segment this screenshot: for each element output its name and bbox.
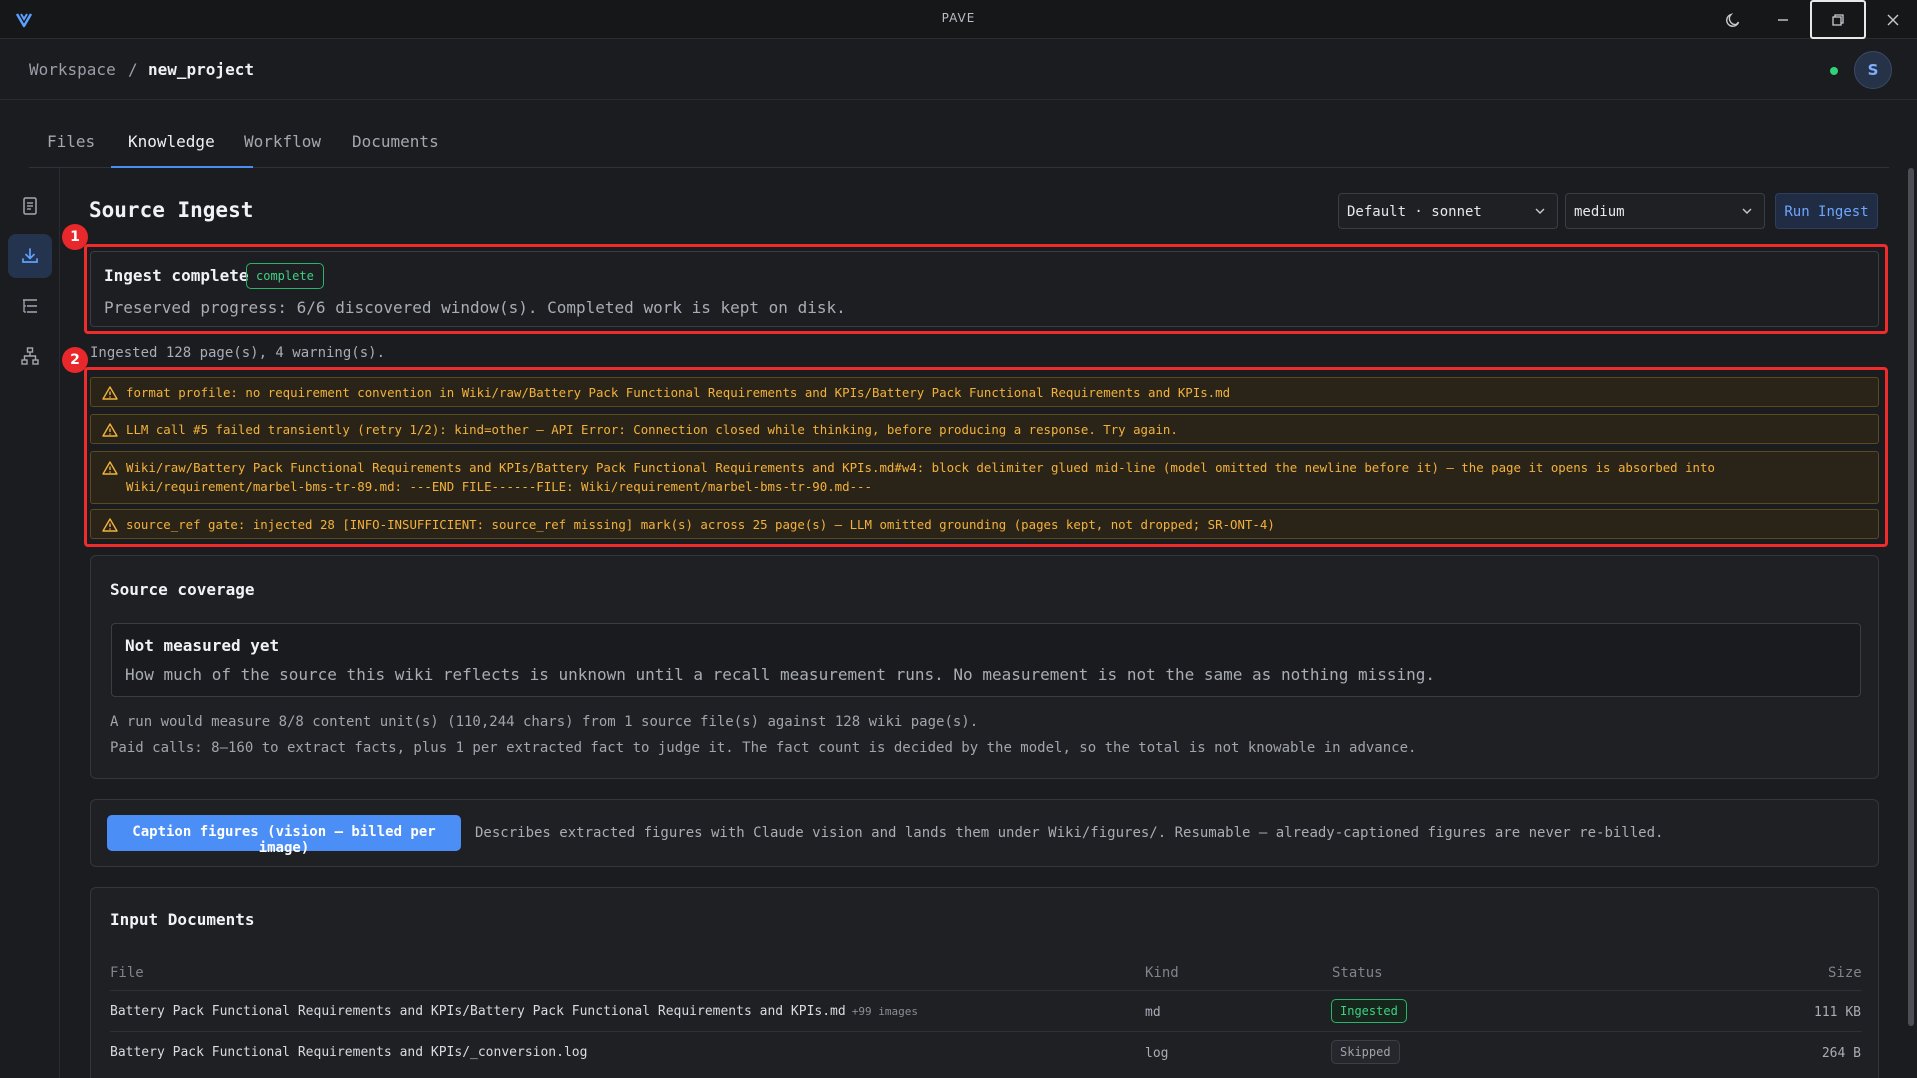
warning-text: LLM call #5 failed transiently (retry 1/… — [126, 422, 1178, 437]
connection-status-dot — [1830, 67, 1838, 75]
tab-documents[interactable]: Documents — [352, 132, 439, 168]
column-header-file[interactable]: File — [110, 965, 144, 981]
ingest-status-description: Preserved progress: 6/6 discovered windo… — [104, 298, 846, 317]
rail-item-ingest[interactable] — [8, 234, 52, 278]
coverage-status-box: Not measured yet How much of the source … — [111, 623, 1861, 697]
app-title: PAVE — [941, 11, 976, 25]
warning-text: format profile: no requirement conventio… — [126, 385, 1231, 400]
chevron-down-icon — [1535, 208, 1545, 214]
marker-2: 2 — [62, 347, 88, 373]
warning-icon — [102, 423, 118, 437]
coverage-status-title: Not measured yet — [125, 636, 280, 655]
source-coverage-title: Source coverage — [110, 580, 255, 599]
table-divider — [110, 990, 1862, 991]
document-file-name: Battery Pack Functional Requirements and… — [110, 1004, 846, 1019]
hierarchy-icon — [21, 347, 39, 365]
ingest-status-card: Ingest complete complete Preserved progr… — [90, 251, 1879, 327]
document-file-name: Battery Pack Functional Requirements and… — [110, 1045, 588, 1060]
source-coverage-card: Source coverage Not measured yet How muc… — [90, 555, 1879, 779]
list-tree-icon — [23, 299, 37, 313]
caption-figures-description: Describes extracted figures with Claude … — [475, 825, 1664, 841]
restore-button[interactable] — [1810, 0, 1866, 39]
table-divider — [110, 1031, 1862, 1032]
document-kind: md — [1145, 1005, 1161, 1020]
column-header-status[interactable]: Status — [1332, 965, 1383, 981]
rail-item-outline[interactable] — [8, 284, 52, 328]
tab-files[interactable]: Files — [47, 132, 95, 168]
restore-icon — [1832, 13, 1844, 26]
coverage-note-cost: Paid calls: 8–160 to extract facts, plus… — [110, 740, 1417, 756]
close-icon — [1887, 14, 1899, 25]
document-extra: +99 images — [851, 1005, 918, 1018]
title-bar: PAVE — [0, 0, 1917, 39]
minimize-button[interactable] — [1755, 0, 1811, 39]
effort-select-value: medium — [1574, 204, 1625, 220]
rail-item-graph[interactable] — [8, 334, 52, 378]
document-file[interactable]: Battery Pack Functional Requirements and… — [110, 1004, 918, 1019]
status-badge: Ingested — [1331, 999, 1407, 1023]
caption-figures-card: Caption figures (vision — billed per ima… — [90, 799, 1879, 867]
warning-item: Wiki/raw/Battery Pack Functional Require… — [90, 451, 1879, 504]
tab-knowledge[interactable]: Knowledge — [128, 132, 215, 168]
warning-icon — [102, 461, 118, 475]
warning-item: source_ref gate: injected 28 [INFO-INSUF… — [90, 509, 1879, 539]
breadcrumb-workspace[interactable]: Workspace — [29, 60, 116, 79]
breadcrumb: Workspace / new_project S — [0, 40, 1917, 100]
warning-text: source_ref gate: injected 28 [INFO-INSUF… — [126, 517, 1275, 532]
coverage-status-description: How much of the source this wiki reflect… — [125, 665, 1436, 684]
marker-1: 1 — [62, 224, 88, 250]
warning-item: format profile: no requirement conventio… — [90, 377, 1879, 407]
minimize-icon — [1778, 18, 1788, 21]
run-ingest-button[interactable]: Run Ingest — [1775, 193, 1878, 229]
document-file[interactable]: Battery Pack Functional Requirements and… — [110, 1045, 587, 1060]
rail-item-documents[interactable] — [8, 184, 52, 228]
warning-icon — [102, 518, 118, 532]
moon-icon — [1726, 12, 1740, 27]
download-icon — [22, 248, 38, 263]
input-documents-title: Input Documents — [110, 910, 255, 929]
input-documents-card: Input Documents File Kind Status Size Ba… — [90, 887, 1879, 1078]
caption-figures-button[interactable]: Caption figures (vision — billed per ima… — [107, 815, 461, 856]
close-window-button[interactable] — [1865, 0, 1917, 39]
ingest-status-title: Ingest complete — [104, 266, 249, 285]
document-kind: log — [1145, 1046, 1169, 1061]
model-select[interactable]: Default · sonnet — [1338, 193, 1558, 229]
avatar[interactable]: S — [1854, 51, 1892, 89]
left-rail — [0, 168, 60, 1078]
document-size: 264 B — [1821, 1046, 1861, 1061]
chevron-down-icon — [1742, 208, 1752, 214]
column-header-size[interactable]: Size — [1828, 965, 1862, 981]
page-title: Source Ingest — [89, 198, 254, 222]
scrollbar[interactable] — [1908, 168, 1914, 1026]
ingest-summary: Ingested 128 page(s), 4 warning(s). — [90, 345, 386, 361]
warning-text: Wiki/raw/Battery Pack Functional Require… — [126, 460, 1715, 494]
document-size: 111 KB — [1814, 1005, 1861, 1020]
breadcrumb-project: new_project — [148, 60, 254, 79]
status-badge: complete — [246, 263, 324, 289]
theme-toggle-button[interactable] — [1705, 0, 1761, 39]
document-list-icon — [23, 197, 37, 215]
column-header-kind[interactable]: Kind — [1145, 965, 1179, 981]
warning-item: LLM call #5 failed transiently (retry 1/… — [90, 414, 1879, 444]
effort-select[interactable]: medium — [1565, 193, 1765, 229]
warning-icon — [102, 386, 118, 400]
active-tab-indicator — [111, 166, 253, 168]
model-select-value: Default · sonnet — [1347, 204, 1482, 220]
tab-bar: Files Knowledge Workflow Documents — [29, 118, 1889, 168]
coverage-note-scope: A run would measure 8/8 content unit(s) … — [110, 714, 979, 730]
status-badge: Skipped — [1331, 1040, 1400, 1064]
tab-workflow[interactable]: Workflow — [244, 132, 321, 168]
breadcrumb-separator: / — [128, 60, 138, 79]
